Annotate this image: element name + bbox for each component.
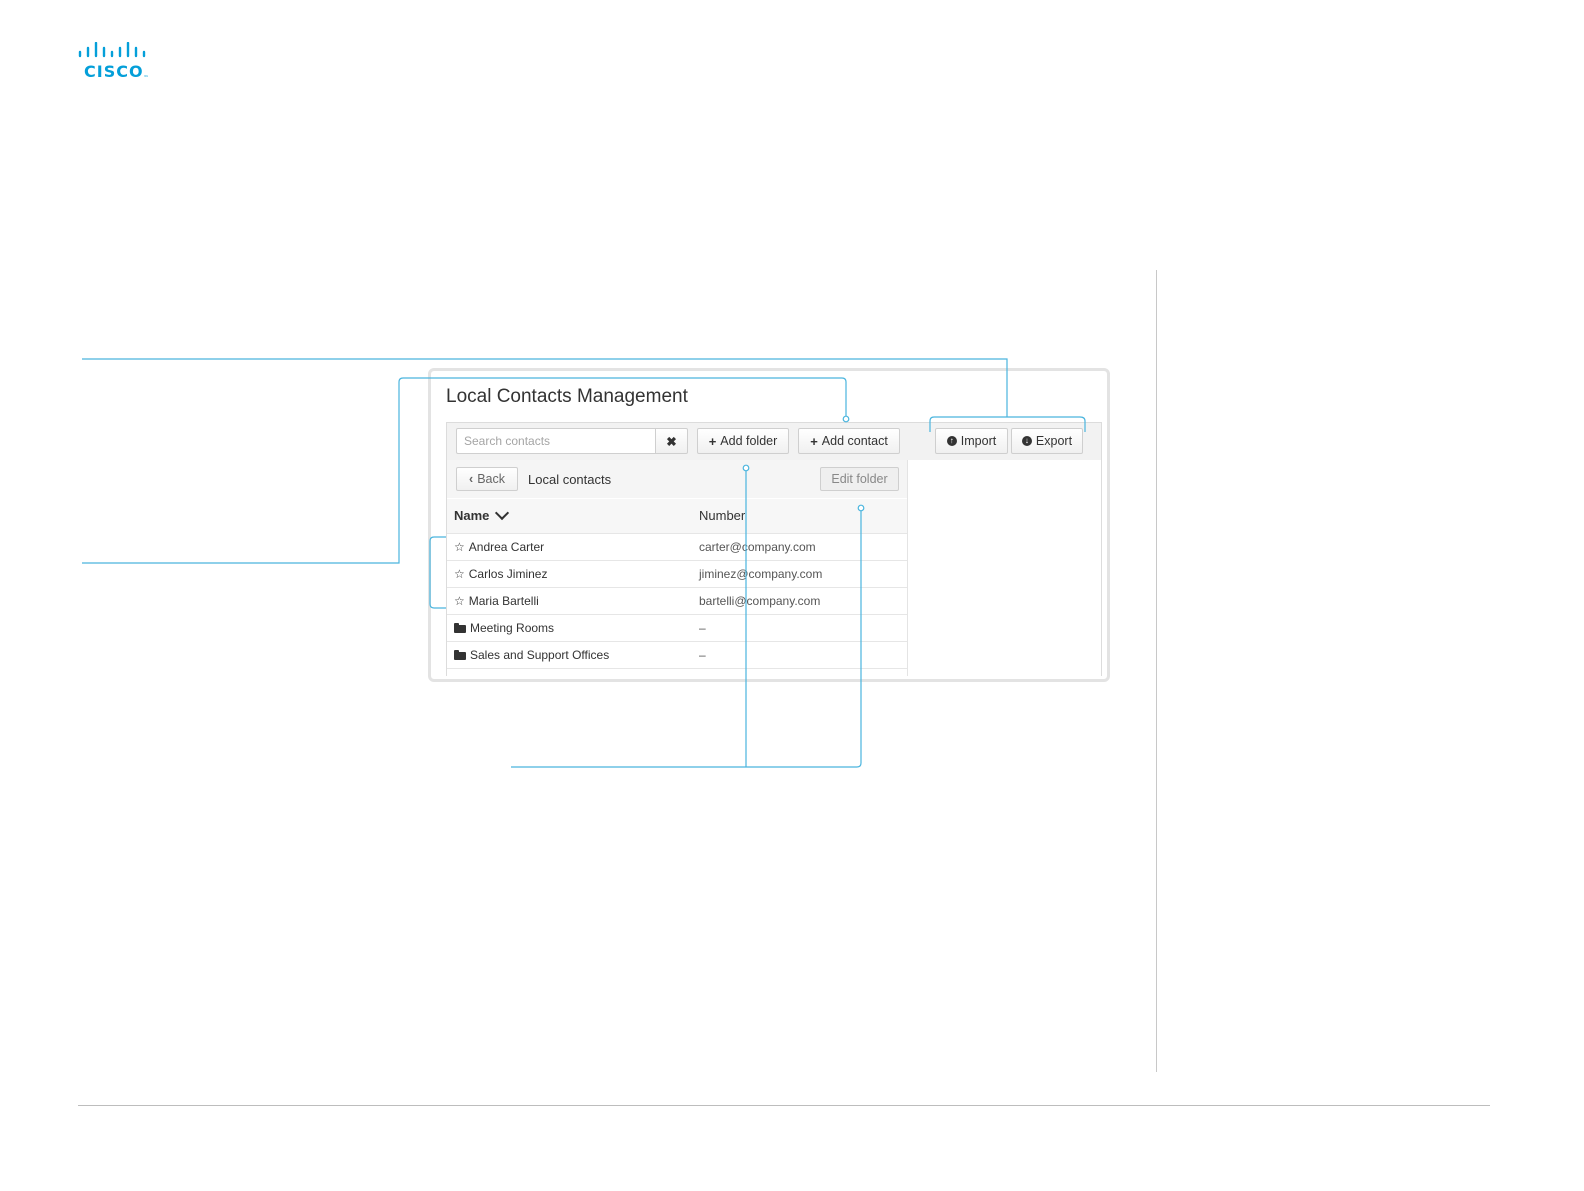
folder-name: Meeting Rooms xyxy=(470,621,555,635)
page-title: Local Contacts Management xyxy=(446,386,688,407)
contact-number: carter@company.com xyxy=(699,540,816,554)
contact-name: Andrea Carter xyxy=(468,540,545,554)
folder-open-icon xyxy=(454,650,466,660)
folder-name: Sales and Support Offices xyxy=(470,648,610,662)
breadcrumb: Local contacts xyxy=(528,472,612,487)
table-row[interactable]: Sales and Support Offices – xyxy=(447,641,907,669)
column-header-name-label: Name xyxy=(454,508,490,523)
plus-icon: + xyxy=(810,433,818,449)
chevron-down-icon xyxy=(495,505,510,521)
export-button[interactable]: ↓ Export xyxy=(1011,428,1083,454)
close-icon: ✖ xyxy=(666,434,677,449)
cisco-bars-icon xyxy=(78,41,146,58)
cisco-logo: CISCO™ xyxy=(78,41,152,82)
contact-number: bartelli@company.com xyxy=(699,594,821,608)
table-row[interactable]: ☆ Maria Bartelli bartelli@company.com xyxy=(447,587,907,614)
table-header xyxy=(447,499,907,533)
star-outline-icon[interactable]: ☆ xyxy=(454,568,465,580)
import-button[interactable]: ↑ Import xyxy=(935,428,1008,454)
export-label: Export xyxy=(1035,434,1073,448)
table-row[interactable]: ☆ Andrea Carter carter@company.com xyxy=(447,533,907,560)
contact-number: jiminez@company.com xyxy=(699,567,823,581)
search-input[interactable] xyxy=(456,428,656,454)
folder-number: – xyxy=(699,648,706,662)
table-row[interactable]: ☆ Carlos Jiminez jiminez@company.com xyxy=(447,560,907,587)
edit-folder-label: Edit folder xyxy=(831,472,888,486)
folder-open-icon xyxy=(454,623,466,633)
folder-number: – xyxy=(699,621,706,635)
plus-icon: + xyxy=(708,433,717,449)
contact-name: Maria Bartelli xyxy=(468,594,539,608)
add-contact-button[interactable]: + Add contact xyxy=(798,428,900,454)
table-row[interactable]: Meeting Rooms – xyxy=(447,614,907,641)
column-header-number[interactable]: Number xyxy=(699,508,745,523)
add-contact-label: Add contact xyxy=(821,434,888,448)
cisco-wordmark: CISCO™ xyxy=(84,62,149,81)
back-label: Back xyxy=(477,472,505,486)
add-folder-label: Add folder xyxy=(720,434,778,448)
column-header-name[interactable]: Name xyxy=(454,505,510,523)
contact-name: Carlos Jiminez xyxy=(468,567,548,581)
star-outline-icon[interactable]: ☆ xyxy=(454,541,465,553)
import-label: Import xyxy=(960,434,997,448)
column-divider xyxy=(1156,270,1157,1072)
back-button[interactable]: ‹ Back xyxy=(456,467,518,491)
star-outline-icon[interactable]: ☆ xyxy=(454,595,465,607)
upload-circle-icon: ↑ xyxy=(946,436,957,446)
footer-rule xyxy=(78,1105,1490,1106)
chevron-left-icon: ‹ xyxy=(469,472,474,486)
clear-search-button[interactable]: ✖ xyxy=(655,428,688,454)
edit-folder-button[interactable]: Edit folder xyxy=(820,467,899,491)
download-circle-icon: ↓ xyxy=(1021,436,1032,446)
add-folder-button[interactable]: + Add folder xyxy=(697,428,789,454)
